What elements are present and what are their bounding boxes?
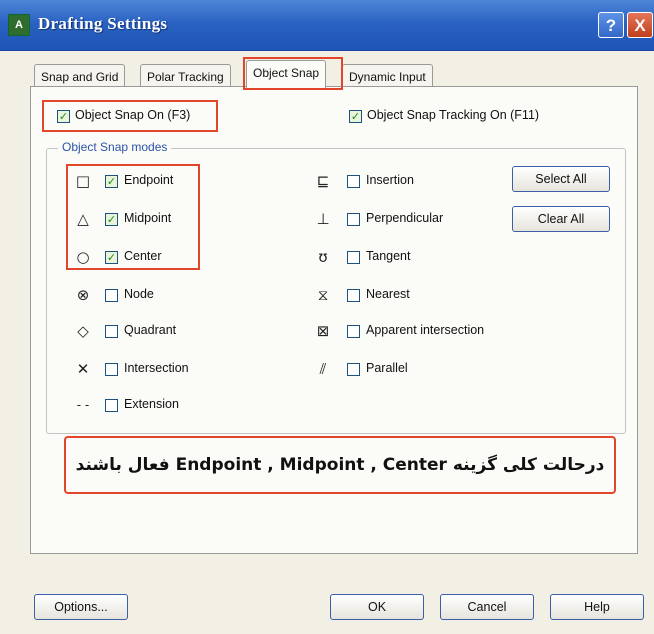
title-bar: A Drafting Settings ? X bbox=[0, 0, 654, 51]
tab-snap-and-grid[interactable]: Snap and Grid bbox=[34, 64, 126, 88]
node-label: Node bbox=[124, 287, 154, 301]
object-snap-tracking-on-label: Object Snap Tracking On (F11) bbox=[367, 108, 540, 122]
clear-all-button[interactable]: Clear All bbox=[512, 206, 610, 232]
object-snap-modes-title: Object Snap modes bbox=[58, 140, 172, 154]
tab-dynamic-input[interactable]: Dynamic Input bbox=[342, 64, 433, 88]
nearest-icon: ⧖ bbox=[317, 286, 329, 304]
highlight-modes bbox=[66, 164, 200, 270]
tangent-icon: ʊ bbox=[318, 248, 328, 266]
tangent-label: Tangent bbox=[366, 249, 411, 263]
apparent-intersection-icon: ⊠ bbox=[316, 322, 330, 340]
window-title: Drafting Settings bbox=[38, 14, 168, 33]
nearest-checkbox[interactable] bbox=[347, 289, 360, 302]
cancel-button[interactable]: Cancel bbox=[440, 594, 534, 620]
select-all-button[interactable]: Select All bbox=[512, 166, 610, 192]
apparent-intersection-checkbox[interactable] bbox=[347, 325, 360, 338]
insertion-checkbox[interactable] bbox=[347, 175, 360, 188]
help-title-button[interactable]: ? bbox=[598, 12, 624, 38]
close-button[interactable]: X bbox=[627, 12, 653, 38]
help-button[interactable]: Help bbox=[550, 594, 644, 620]
highlight-object-snap-on bbox=[42, 100, 218, 132]
extension-icon: ‐ ‐ bbox=[76, 398, 90, 412]
quadrant-label: Quadrant bbox=[124, 323, 177, 337]
node-icon: ⊗ bbox=[76, 286, 90, 304]
node-checkbox[interactable] bbox=[105, 289, 118, 302]
app-icon: A bbox=[8, 14, 30, 36]
tab-polar-tracking[interactable]: Polar Tracking bbox=[140, 64, 231, 88]
intersection-icon: ✕ bbox=[76, 360, 90, 378]
perpendicular-label: Perpendicular bbox=[366, 211, 444, 225]
ok-button[interactable]: OK bbox=[330, 594, 424, 620]
quadrant-icon: ◇ bbox=[77, 322, 89, 340]
insertion-label: Insertion bbox=[366, 173, 414, 187]
apparent-intersection-label: Apparent intersection bbox=[366, 323, 485, 337]
highlight-object-snap-tab bbox=[243, 57, 343, 90]
object-snap-tracking-on-checkbox[interactable]: ✓ bbox=[349, 110, 362, 123]
quadrant-checkbox[interactable] bbox=[105, 325, 118, 338]
extension-label: Extension bbox=[124, 397, 179, 411]
annotation-note: درحالت کلی گزینه Endpoint , Midpoint , C… bbox=[64, 436, 616, 494]
insertion-icon: ⊑ bbox=[316, 172, 330, 190]
extension-checkbox[interactable] bbox=[105, 399, 118, 412]
parallel-checkbox[interactable] bbox=[347, 363, 360, 376]
parallel-label: Parallel bbox=[366, 361, 408, 375]
tangent-checkbox[interactable] bbox=[347, 251, 360, 264]
intersection-checkbox[interactable] bbox=[105, 363, 118, 376]
nearest-label: Nearest bbox=[366, 287, 410, 301]
parallel-icon: ⫽ bbox=[319, 360, 327, 378]
perpendicular-checkbox[interactable] bbox=[347, 213, 360, 226]
options-button[interactable]: Options... bbox=[34, 594, 128, 620]
perpendicular-icon: ⊥ bbox=[316, 210, 330, 228]
intersection-label: Intersection bbox=[124, 361, 189, 375]
